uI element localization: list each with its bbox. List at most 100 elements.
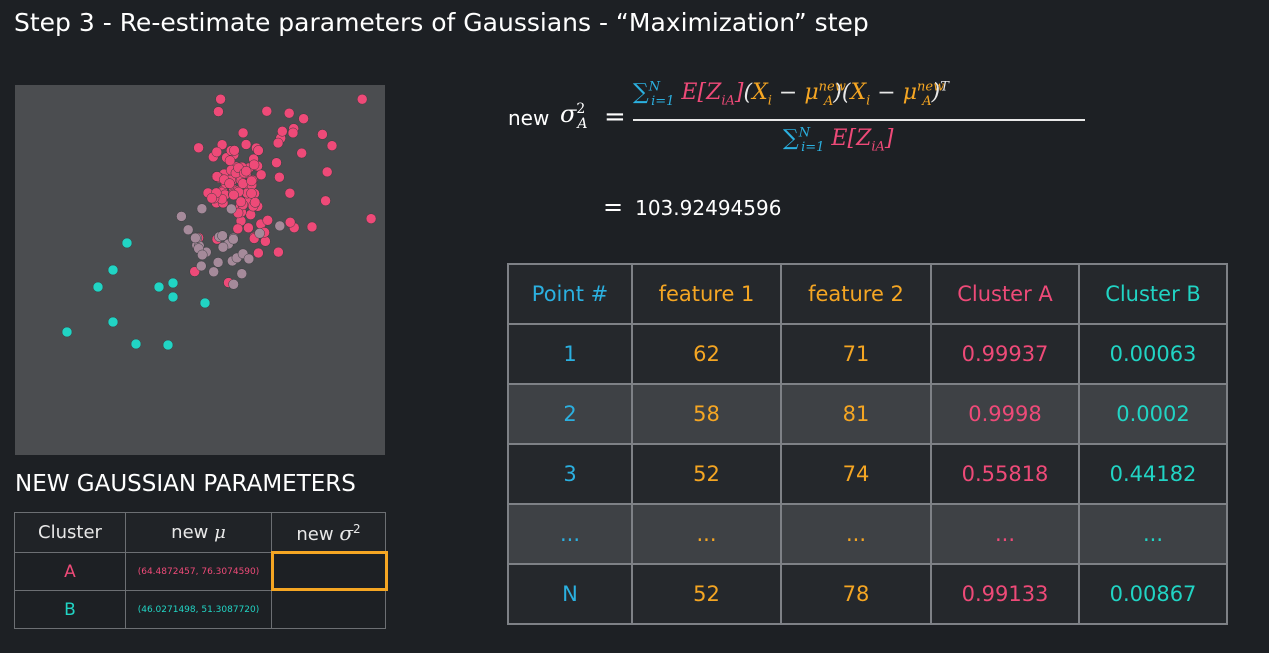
scatter-plot (15, 85, 385, 455)
cluster-a-point (262, 215, 273, 226)
cluster-a-point (206, 192, 218, 204)
mixed-point (197, 249, 208, 261)
cluster-a-point (321, 166, 333, 178)
points-header-feature1: feature 1 (631, 263, 782, 325)
cluster-b-point (153, 281, 165, 293)
cluster-a-point (248, 159, 260, 171)
variance-formula: new σ2A = ∑Ni=1 E[ZiA](Xi − μnewA)(Xi − … (508, 78, 1108, 168)
cell-point: 3 (507, 443, 633, 505)
params-row-a: A (64.4872457, 76.3074590) (14, 551, 388, 591)
active-cell-highlight (271, 551, 388, 591)
mixed-point (236, 268, 248, 279)
cell-cluster-a: 0.99937 (930, 323, 1080, 385)
cluster-a-point (287, 127, 299, 139)
cluster-a-point (246, 188, 257, 199)
cluster-a-point (237, 127, 249, 139)
cluster-a-point (253, 247, 264, 259)
cluster-a-point (211, 146, 223, 158)
points-header-feature2: feature 2 (780, 263, 932, 325)
points-table: Point # feature 1 feature 2 Cluster A Cl… (507, 263, 1228, 625)
mixed-point (196, 203, 208, 214)
result-value: 103.92494596 (635, 196, 782, 220)
cell-feature1: 62 (631, 323, 782, 385)
cluster-a-point (255, 169, 267, 181)
params-header-mu: new μ (125, 512, 272, 553)
cluster-a-point (240, 165, 252, 177)
formula-denominator: ∑Ni=1 E[ZiA] (783, 126, 894, 155)
cluster-a-point (272, 137, 284, 149)
scatter-svg (61, 93, 377, 351)
mixed-point (176, 211, 187, 222)
cluster-a-point (240, 139, 252, 150)
params-table: Cluster new μ new σ2 A (64.4872457, 76.3… (14, 512, 388, 629)
mixed-point (190, 232, 201, 244)
mixed-point (243, 253, 255, 265)
cluster-a-point (306, 221, 318, 233)
points-header-point: Point # (507, 263, 633, 325)
cluster-a-point (213, 106, 224, 117)
cluster-a-point (274, 171, 285, 183)
mixed-point (226, 203, 237, 215)
cell-cluster-b: ... (1078, 503, 1228, 565)
cell-feature2: 81 (780, 383, 932, 445)
params-row-b: B (46.0271498, 51.3087720) (14, 590, 386, 629)
cluster-b-point (107, 264, 119, 276)
cell-feature1: ... (631, 503, 782, 565)
points-header-row: Point # feature 1 feature 2 Cluster A Cl… (507, 263, 1228, 325)
mixed-point (217, 230, 228, 241)
formula-fraction: ∑Ni=1 E[ZiA](Xi − μnewA)(Xi − μnewA)T ∑N… (633, 78, 1088, 164)
cluster-a-point (365, 213, 377, 224)
equals-sign: = (604, 102, 626, 132)
cell-feature2: ... (780, 503, 932, 565)
table-row: 1 62 71 0.99937 0.00063 (507, 323, 1228, 385)
points-header-cluster-b: Cluster B (1078, 263, 1228, 325)
cluster-a-point (271, 157, 282, 168)
params-mu-b: (46.0271498, 51.3087720) (125, 590, 272, 629)
params-sigma-a[interactable] (271, 551, 388, 591)
cell-cluster-b: 0.44182 (1078, 443, 1228, 505)
mixed-point (217, 241, 229, 253)
cluster-b-point (199, 297, 211, 309)
cluster-b-point (162, 339, 174, 351)
page-title: Step 3 - Re-estimate parameters of Gauss… (14, 8, 869, 37)
formula-numerator: ∑Ni=1 E[ZiA](Xi − μnewA)(Xi − μnewA)T (633, 80, 949, 109)
fraction-bar (633, 119, 1085, 121)
cluster-a-point (261, 105, 273, 117)
params-header-sigma: new σ2 (271, 512, 386, 553)
cluster-a-point (273, 246, 284, 258)
sigma-symbol: σ2A (560, 100, 588, 132)
cluster-a-point (298, 113, 309, 124)
cluster-b-point (61, 326, 73, 338)
cluster-a-point (277, 126, 288, 137)
params-header-cluster: Cluster (14, 512, 126, 553)
params-sigma-b[interactable] (271, 590, 386, 629)
cell-feature2: 78 (780, 563, 932, 625)
params-mu-a: (64.4872457, 76.3074590) (125, 552, 272, 591)
formula-result: = 103.92494596 (603, 193, 782, 221)
cluster-a-point (283, 107, 295, 119)
cluster-b-point (121, 237, 133, 249)
cluster-a-point (246, 175, 257, 187)
cell-cluster-b: 0.00063 (1078, 323, 1228, 385)
cluster-a-point (193, 142, 204, 154)
cell-cluster-b: 0.0002 (1078, 383, 1228, 445)
table-row: N 52 78 0.99133 0.00867 (507, 563, 1228, 625)
mixed-point (228, 233, 239, 245)
cell-feature2: 74 (780, 443, 932, 505)
params-cluster-a: A (14, 552, 126, 591)
cell-feature1: 58 (631, 383, 782, 445)
cluster-a-point (326, 140, 338, 151)
cell-cluster-a: 0.9998 (930, 383, 1080, 445)
params-cluster-b: B (14, 590, 126, 629)
cell-cluster-b: 0.00867 (1078, 563, 1228, 625)
cluster-b-point (167, 291, 179, 303)
mixed-point (254, 228, 265, 239)
cluster-a-point (229, 145, 240, 156)
cluster-b-point (130, 338, 142, 350)
cell-cluster-a: ... (930, 503, 1080, 565)
cell-point: 2 (507, 383, 633, 445)
mixed-point (212, 257, 224, 268)
params-header-row: Cluster new μ new σ2 (14, 512, 386, 553)
cell-point: N (507, 563, 633, 625)
table-row: ... ... ... ... ... (507, 503, 1228, 565)
